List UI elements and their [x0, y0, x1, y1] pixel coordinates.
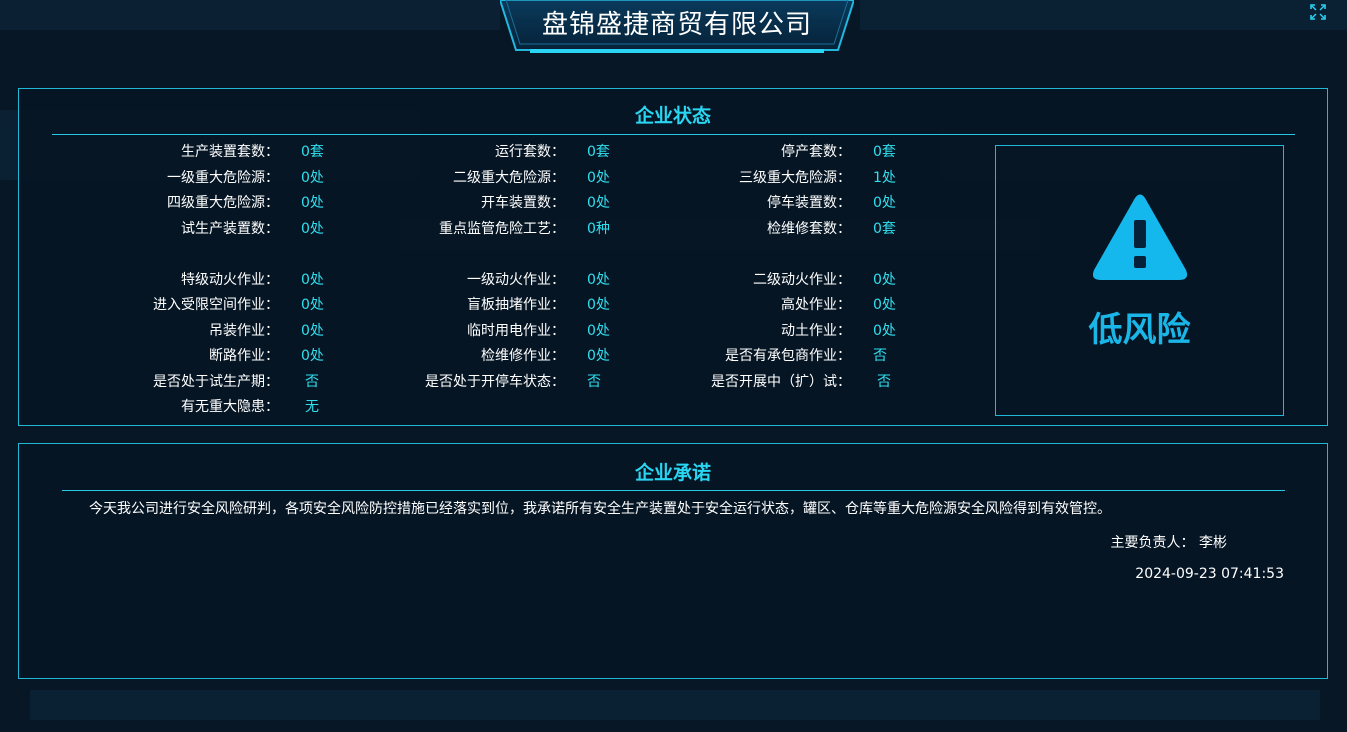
header-title-frame: 盘锦盛捷商贸有限公司	[500, 0, 854, 54]
status-value: 0处	[301, 221, 324, 237]
status-label: 二级动火作业：	[753, 272, 851, 288]
status-label: 断路作业：	[209, 348, 279, 364]
status-label: 三级重大危险源：	[739, 170, 851, 186]
enterprise-promise-panel: 企业承诺 今天我公司进行安全风险研判，各项安全风险防控措施已经落实到位，我承诺所…	[18, 443, 1328, 679]
enterprise-status-panel: 企业状态 生产装置套数： 0套 运行套数： 0套 停产套数： 0套 一级重大危险源： 0处 二级…	[18, 88, 1328, 426]
status-label: 停产套数：	[781, 144, 851, 160]
status-value: 0处	[587, 323, 610, 339]
status-value: 0套	[301, 144, 324, 160]
status-value: 0套	[587, 144, 610, 160]
status-value: 0种	[587, 221, 610, 237]
status-value: 0处	[587, 348, 610, 364]
status-label: 盲板抽堵作业：	[467, 297, 565, 313]
status-label: 二级重大危险源：	[453, 170, 565, 186]
status-value: 0处	[301, 272, 324, 288]
fullscreen-button[interactable]	[1310, 4, 1326, 20]
status-value: 0处	[301, 323, 324, 339]
status-value: 0处	[301, 170, 324, 186]
status-value: 否	[877, 374, 891, 390]
page-title: 盘锦盛捷商贸有限公司	[541, 10, 812, 40]
status-value: 0处	[873, 297, 896, 313]
status-value: 否	[873, 348, 887, 364]
status-label: 检维修套数：	[767, 221, 851, 237]
status-label: 临时用电作业：	[467, 323, 565, 339]
status-value: 0处	[587, 195, 610, 211]
risk-level-label: 低风险	[1088, 310, 1191, 350]
status-title-divider	[52, 134, 1295, 135]
status-label: 一级重大危险源：	[167, 170, 279, 186]
status-value: 0处	[301, 297, 324, 313]
status-value: 0处	[873, 195, 896, 211]
status-label: 是否处于试生产期：	[153, 374, 279, 390]
status-panel-title: 企业状态	[634, 105, 711, 127]
status-label: 停车装置数：	[767, 195, 851, 211]
status-value: 0处	[587, 297, 610, 313]
status-label: 四级重大危险源：	[167, 195, 279, 211]
promise-title-divider	[62, 490, 1285, 491]
status-label: 重点监管危险工艺：	[439, 221, 565, 237]
responsible-person-label: 主要负责人：	[1110, 535, 1195, 551]
promise-statement: 今天我公司进行安全风险研判，各项安全风险防控措施已经落实到位，我承诺所有安全生产…	[89, 501, 1111, 517]
warning-triangle-icon	[1092, 194, 1188, 280]
status-label: 高处作业：	[781, 297, 851, 313]
status-label: 运行套数：	[495, 144, 565, 160]
risk-level-box: 低风险	[995, 145, 1284, 416]
status-label: 进入受限空间作业：	[153, 297, 279, 313]
status-label: 是否开展中（扩）试：	[711, 374, 851, 390]
responsible-person: 主要负责人： 李彬	[1111, 532, 1227, 552]
promise-datetime: 2024-09-23 07:41:53	[1135, 566, 1284, 582]
status-value: 0套	[873, 144, 896, 160]
status-value: 0处	[301, 348, 324, 364]
status-value: 0处	[873, 272, 896, 288]
status-value: 否	[587, 374, 601, 390]
status-label: 是否有承包商作业：	[725, 348, 851, 364]
status-label: 有无重大隐患：	[181, 399, 279, 415]
status-value: 1处	[873, 170, 896, 186]
status-label: 特级动火作业：	[181, 272, 279, 288]
status-value: 0处	[301, 195, 324, 211]
status-label: 吊装作业：	[209, 323, 279, 339]
responsible-person-name: 李彬	[1199, 535, 1227, 551]
status-label: 动土作业：	[781, 323, 851, 339]
status-value: 0处	[587, 272, 610, 288]
expand-icon	[1310, 4, 1326, 20]
status-value: 0处	[873, 323, 896, 339]
status-label: 是否处于开停车状态：	[425, 374, 565, 390]
status-label: 一级动火作业：	[467, 272, 565, 288]
status-label: 试生产装置数：	[181, 221, 279, 237]
status-label: 开车装置数：	[481, 195, 565, 211]
status-label: 检维修作业：	[481, 348, 565, 364]
promise-panel-title: 企业承诺	[634, 462, 711, 484]
status-value: 无	[305, 399, 319, 415]
status-label: 生产装置套数：	[181, 144, 279, 160]
status-value: 否	[305, 374, 319, 390]
status-value: 0处	[587, 170, 610, 186]
status-value: 0套	[873, 221, 896, 237]
